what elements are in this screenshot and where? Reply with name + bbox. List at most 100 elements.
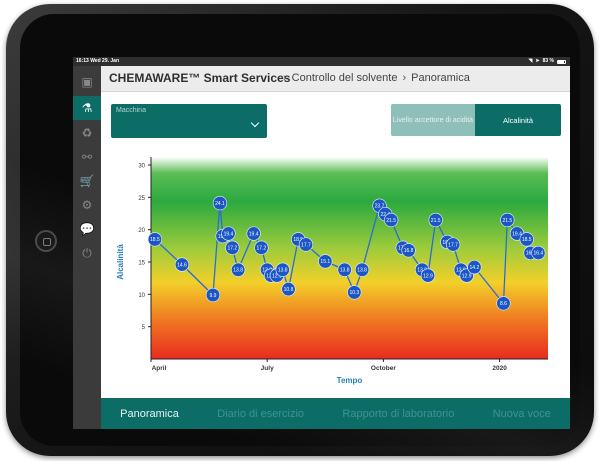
x-tick-label: 2020: [492, 365, 507, 372]
data-label: 13.8: [357, 268, 367, 274]
chat-icon: 💬: [79, 222, 95, 236]
data-label: 9.9: [209, 293, 216, 299]
data-label: 21.5: [431, 218, 441, 224]
data-point[interactable]: 13.8: [354, 262, 370, 277]
cart-icon: 🛒: [79, 174, 95, 188]
app-brand: CHEMAWARE™ Smart Services: [109, 71, 291, 85]
status-bar: 16:13 Wed 29. Jan ◥ ➤ 83 %: [73, 57, 570, 66]
status-indicators: ◥ ➤ 83 %: [529, 57, 566, 66]
data-point[interactable]: 15.1: [318, 254, 333, 269]
data-point[interactable]: 21.5: [384, 212, 399, 228]
sidebar-item-gear[interactable]: ⚙: [73, 193, 101, 217]
data-point[interactable]: 16.4: [531, 245, 546, 261]
data-label: 17.7: [301, 242, 311, 248]
sidebar-item-link[interactable]: ⚯: [73, 145, 101, 169]
breadcrumb-separator: ›: [283, 72, 287, 84]
wifi-icon: ◥: [528, 58, 533, 64]
breadcrumb-item-overview: Panoramica: [411, 72, 470, 84]
y-tick-label: 5: [142, 325, 146, 331]
x-axis-label: Tempo: [337, 376, 363, 385]
data-point[interactable]: 14.6: [174, 257, 190, 272]
data-point[interactable]: 21.5: [500, 212, 515, 228]
data-point[interactable]: 17.7: [298, 237, 314, 252]
recycle-icon: ♻: [81, 126, 93, 140]
flask-icon: ⚗: [81, 101, 93, 115]
link-icon: ⚯: [81, 150, 93, 164]
data-label: 12.9: [462, 273, 472, 279]
battery-percent: 83 %: [542, 58, 554, 64]
data-point[interactable]: 21.5: [428, 212, 443, 228]
data-point[interactable]: 13.8: [231, 262, 246, 277]
data-label: 18.5: [150, 237, 160, 243]
data-point[interactable]: 17.2: [225, 240, 240, 255]
sidebar-item-flask[interactable]: ⚗: [73, 96, 101, 120]
battery-icon: [557, 59, 566, 64]
y-tick-label: 10: [138, 293, 145, 299]
data-label: 12.9: [423, 273, 433, 279]
sidebar-item-chat[interactable]: 💬: [73, 217, 101, 241]
data-point[interactable]: 19.4: [221, 226, 236, 241]
data-point[interactable]: 17.7: [446, 237, 461, 252]
data-point[interactable]: 16.8: [401, 243, 416, 258]
toggle-acid-acceptor[interactable]: Livello accettore di acidità: [391, 104, 475, 136]
tab-operation-log[interactable]: Diario di esercizio: [217, 408, 304, 420]
status-date: Wed 29. Jan: [90, 58, 119, 64]
data-point[interactable]: 19.4: [246, 226, 261, 241]
data-label: 18.5: [522, 237, 532, 243]
sidebar-item-recycle[interactable]: ♻: [73, 121, 101, 145]
app-screen: 16:13 Wed 29. Jan ◥ ➤ 83 % ▣ ⚗ ♻ ⚯ 🛒 ⚙ 💬 ⏻ CHEM…: [73, 57, 570, 429]
data-point[interactable]: 10.3: [347, 285, 362, 300]
data-label: 17.7: [448, 242, 458, 248]
data-point[interactable]: 14.2: [467, 260, 482, 275]
x-tick-label: October: [371, 365, 396, 372]
plot-background: [151, 157, 548, 359]
data-label: 16.4: [533, 251, 543, 257]
breadcrumb: › Controllo del solvente › Panoramica: [278, 66, 470, 91]
metric-toggle: Livello accettore di acidità Alcalinità: [391, 104, 561, 136]
data-point[interactable]: 17.2: [254, 240, 269, 255]
breadcrumb-item-solvent[interactable]: Controllo del solvente: [292, 72, 398, 84]
data-label: 13.8: [278, 268, 288, 274]
data-point[interactable]: 9.9: [205, 287, 221, 303]
app-header: CHEMAWARE™ Smart Services › Controllo del…: [101, 66, 570, 92]
data-point[interactable]: 8.6: [496, 296, 511, 311]
data-label: 8.6: [500, 301, 507, 307]
y-axis-label: Alcalinità: [116, 244, 125, 280]
tab-new-entry[interactable]: Nuova voce: [493, 408, 551, 420]
data-label: 19.4: [224, 231, 234, 237]
data-point[interactable]: 12.9: [420, 268, 436, 283]
tab-lab-report[interactable]: Rapporto di laboratorio: [342, 408, 454, 420]
sidebar-item-power[interactable]: ⏻: [73, 241, 101, 265]
home-button-icon: [43, 238, 51, 246]
data-label: 17.2: [257, 246, 267, 252]
machine-dropdown-label: Macchina: [116, 107, 146, 114]
data-label: 21.5: [502, 218, 512, 224]
y-tick-label: 20: [138, 228, 145, 234]
tab-overview[interactable]: Panoramica: [120, 408, 179, 420]
data-label: 14.2: [470, 265, 480, 271]
y-tick-label: 30: [138, 164, 145, 170]
data-label: 21.5: [386, 218, 396, 224]
data-point[interactable]: 10.8: [281, 282, 296, 297]
status-time: 16:13: [76, 58, 89, 64]
main-content: Macchina Livello accettore di acidità Al…: [101, 92, 570, 398]
x-tick-label: July: [261, 365, 274, 372]
sidebar-item-cart[interactable]: 🛒: [73, 169, 101, 193]
data-point[interactable]: 24.1: [212, 196, 228, 211]
data-label: 10.3: [349, 290, 359, 296]
sidebar-item-dashboard[interactable]: ▣: [73, 70, 101, 94]
data-point[interactable]: 13.8: [275, 262, 290, 277]
toggle-alkalinity[interactable]: Alcalinità: [475, 104, 561, 136]
data-point[interactable]: 13.8: [337, 262, 352, 277]
x-tick-label: April: [152, 365, 167, 372]
data-label: 15.1: [320, 259, 330, 265]
data-label: 14.6: [177, 262, 187, 268]
breadcrumb-separator: ›: [402, 72, 407, 84]
data-point[interactable]: 18.5: [147, 232, 162, 247]
data-label: 10.8: [284, 287, 294, 293]
machine-dropdown[interactable]: Macchina: [111, 104, 267, 138]
home-button[interactable]: [35, 230, 57, 252]
data-label: 16.8: [404, 248, 414, 254]
data-point[interactable]: 18.5: [519, 232, 534, 247]
status-time-date: 16:13 Wed 29. Jan: [76, 57, 119, 66]
